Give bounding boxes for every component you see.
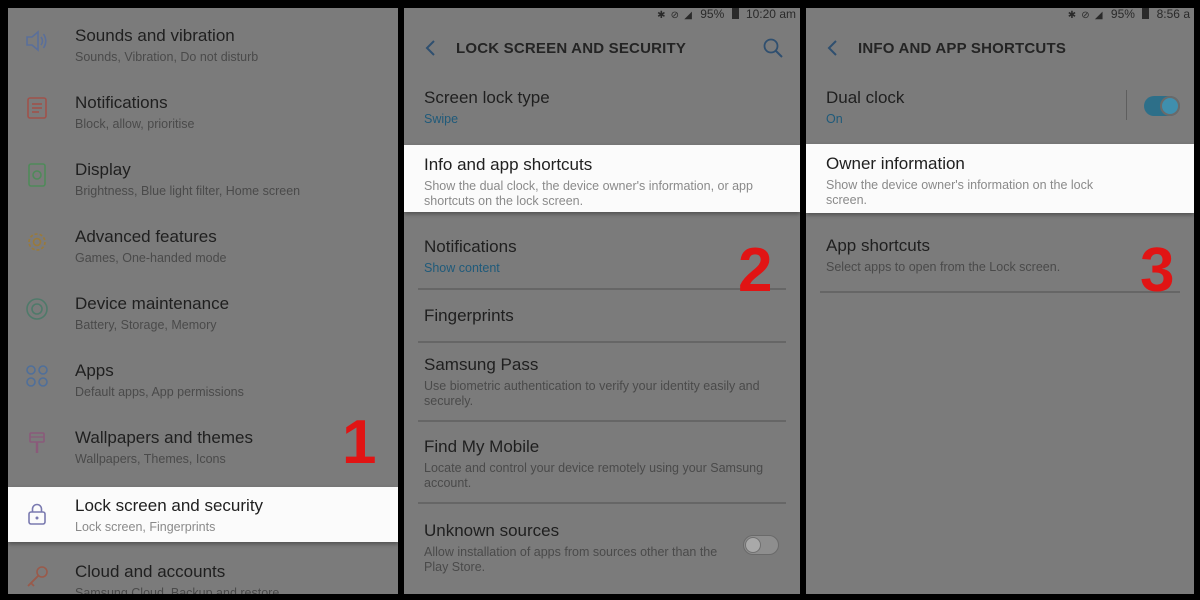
screen-lock-type-item[interactable]: Screen lock type Swipe: [404, 78, 800, 138]
lock-screen-panel: ✱ ⊘ ◢ 95% 10:20 am LOCK SCREEN AND SECUR…: [404, 8, 800, 594]
dual-clock-item[interactable]: Dual clock On: [806, 78, 1194, 138]
page-title: INFO AND APP SHORTCUTS: [858, 39, 1067, 57]
settings-item-lock-screen[interactable]: Lock screen and security Lock screen, Fi…: [8, 487, 398, 542]
gear-icon: [24, 229, 50, 255]
back-arrow-icon[interactable]: [824, 39, 842, 57]
maintenance-icon: [24, 296, 50, 322]
settings-item-wallpapers[interactable]: Wallpapers and themes Wallpapers, Themes…: [8, 410, 398, 477]
item-subtitle: Battery, Storage, Memory: [75, 318, 217, 332]
dual-clock-toggle[interactable]: [1144, 96, 1180, 116]
item-title: Advanced features: [75, 227, 217, 246]
divider: [418, 341, 786, 343]
divider: [418, 288, 786, 290]
item-title: Owner information: [826, 154, 965, 173]
unknown-sources-item[interactable]: Unknown sources Allow installation of ap…: [404, 511, 800, 586]
item-subtitle: Block, allow, prioritise: [75, 117, 195, 131]
item-subtitle: Locate and control your device remotely …: [424, 461, 764, 490]
search-icon[interactable]: [762, 37, 784, 59]
app-shortcuts-item[interactable]: App shortcuts Select apps to open from t…: [806, 226, 1194, 286]
item-title: Display: [75, 160, 131, 179]
item-title: Notifications: [424, 237, 517, 256]
item-subtitle: Lock screen, Fingerprints: [75, 520, 216, 534]
item-subtitle: Games, One-handed mode: [75, 251, 227, 265]
item-subtitle: Use biometric authentication to verify y…: [424, 379, 760, 408]
info-shortcuts-panel: ✱ ⊘ ◢ 95% 8:56 a INFO AND APP SHORTCUTS …: [806, 8, 1194, 594]
status-bar: ✱ ⊘ ◢ 95% 8:56 a: [806, 8, 1194, 24]
item-title: Device maintenance: [75, 294, 230, 313]
display-icon: [24, 162, 50, 188]
find-my-mobile-item[interactable]: Find My Mobile Locate and control your d…: [404, 427, 800, 502]
battery-icon: [1142, 8, 1150, 19]
item-title: Sounds and vibration: [75, 26, 235, 45]
item-value: Swipe: [424, 112, 459, 126]
settings-item-notifications[interactable]: Notifications Block, allow, prioritise: [8, 75, 398, 142]
item-title: Find My Mobile: [424, 437, 540, 456]
item-title: Info and app shortcuts: [424, 155, 593, 174]
key-icon: [24, 564, 50, 590]
item-subtitle: Samsung Cloud, Backup and restore: [75, 586, 280, 594]
divider: [418, 420, 786, 422]
toggle-knob: [1160, 96, 1180, 116]
item-title: Dual clock: [826, 88, 905, 107]
item-subtitle: Show the device owner's information on t…: [826, 178, 1094, 207]
speaker-icon: [24, 28, 50, 54]
item-title: Apps: [75, 361, 114, 380]
app-bar: INFO AND APP SHORTCUTS: [806, 30, 1194, 66]
apps-icon: [24, 363, 50, 389]
status-icons: ✱ ⊘ ◢: [1067, 10, 1104, 21]
item-title: Lock screen and security: [75, 496, 264, 515]
battery-icon: [731, 8, 739, 19]
item-title: Cloud and accounts: [75, 562, 226, 581]
settings-panel: Sounds and vibration Sounds, Vibration, …: [8, 8, 398, 594]
item-title: Fingerprints: [424, 306, 514, 325]
settings-item-cloud-accounts[interactable]: Cloud and accounts Samsung Cloud, Backup…: [8, 544, 398, 594]
notifications-icon: [24, 95, 50, 121]
item-title: App shortcuts: [826, 236, 930, 255]
settings-item-display[interactable]: Display Brightness, Blue light filter, H…: [8, 142, 398, 209]
item-subtitle: Sounds, Vibration, Do not disturb: [75, 50, 259, 64]
brush-icon: [24, 430, 50, 456]
item-subtitle: Default apps, App permissions: [75, 385, 244, 399]
app-bar: LOCK SCREEN AND SECURITY: [404, 30, 800, 66]
owner-information-item[interactable]: Owner information Show the device owner'…: [806, 144, 1194, 213]
info-and-app-shortcuts-item[interactable]: Info and app shortcuts Show the dual clo…: [404, 145, 800, 212]
divider: [418, 502, 786, 504]
toggle-divider: [1126, 90, 1127, 120]
unknown-sources-toggle[interactable]: [743, 535, 779, 555]
battery-level: 95%: [1110, 8, 1135, 21]
item-subtitle: Allow installation of apps from sources …: [424, 545, 718, 574]
back-arrow-icon[interactable]: [422, 39, 440, 57]
item-title: Unknown sources: [424, 521, 560, 540]
clock: 10:20 am: [745, 8, 796, 21]
page-title: LOCK SCREEN AND SECURITY: [456, 39, 687, 57]
battery-level: 95%: [700, 8, 725, 21]
item-title: Samsung Pass: [424, 355, 539, 374]
settings-item-apps[interactable]: Apps Default apps, App permissions: [8, 343, 398, 410]
divider: [820, 291, 1180, 293]
samsung-pass-item[interactable]: Samsung Pass Use biometric authenticatio…: [404, 345, 800, 420]
settings-item-device-maintenance[interactable]: Device maintenance Battery, Storage, Mem…: [8, 276, 398, 343]
item-subtitle: Brightness, Blue light filter, Home scre…: [75, 184, 301, 198]
item-title: Screen lock type: [424, 88, 550, 107]
item-subtitle: Select apps to open from the Lock screen…: [826, 260, 1061, 274]
settings-item-sounds[interactable]: Sounds and vibration Sounds, Vibration, …: [8, 8, 398, 75]
lock-icon: [24, 501, 50, 527]
item-value: Show content: [424, 261, 500, 275]
item-title: Notifications: [75, 93, 168, 112]
clock: 8:56 a: [1156, 8, 1190, 21]
toggle-knob: [745, 537, 761, 553]
status-icons: ✱ ⊘ ◢: [657, 10, 693, 21]
step-number: 3: [1140, 236, 1175, 305]
step-number: 1: [342, 408, 377, 477]
item-value: On: [826, 112, 843, 126]
status-bar: ✱ ⊘ ◢ 95% 10:20 am: [404, 8, 800, 24]
item-subtitle: Show the dual clock, the device owner's …: [424, 179, 753, 208]
step-number: 2: [738, 236, 773, 305]
settings-item-advanced-features[interactable]: Advanced features Games, One-handed mode: [8, 209, 398, 276]
